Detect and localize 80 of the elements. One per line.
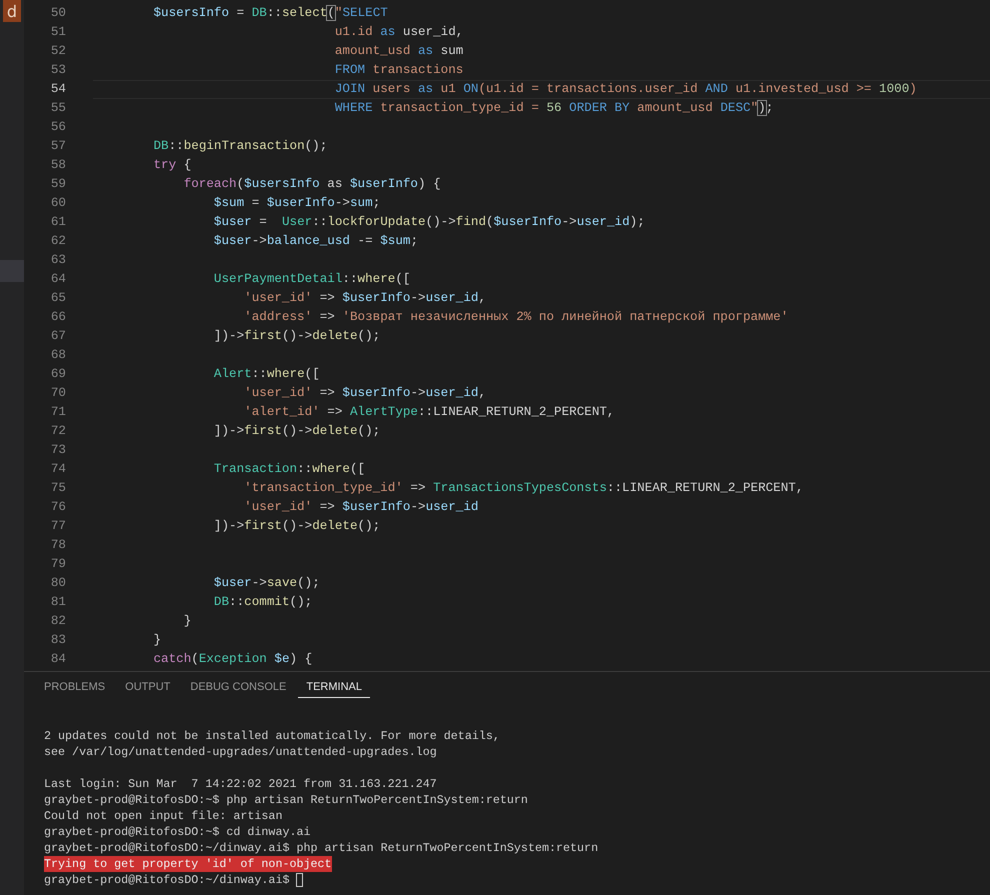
file-badge[interactable]: d — [3, 0, 21, 22]
code-line: 'address' => 'Возврат незачисленных 2% по линейной патнерской программе' — [243, 309, 788, 326]
line-number: 64 — [50, 271, 66, 288]
panel-tab[interactable]: PROBLEMS — [36, 672, 114, 698]
line-number: 81 — [50, 594, 66, 611]
code-line: try { — [152, 157, 192, 174]
line-number: 77 — [50, 518, 66, 535]
terminal-cursor — [296, 873, 304, 887]
line-number: 55 — [50, 100, 66, 117]
code-line: ])->first()->delete(); — [212, 518, 380, 535]
line-number: 67 — [50, 328, 66, 345]
line-number: 66 — [50, 309, 66, 326]
code-line: UserPaymentDetail::where([ — [212, 271, 410, 288]
code-line: $user->save(); — [212, 575, 320, 592]
line-number: 50 — [50, 5, 66, 22]
line-number: 54 — [50, 81, 66, 98]
line-number: 83 — [50, 632, 66, 649]
line-number: 57 — [50, 138, 66, 155]
line-number: 63 — [50, 252, 66, 269]
line-number: 62 — [50, 233, 66, 250]
terminal-line: see /var/log/unattended-upgrades/unattended-upgrades.log — [44, 744, 437, 760]
panel-tab[interactable]: TERMINAL — [298, 672, 370, 698]
line-number: 59 — [50, 176, 66, 193]
code-line: foreach($usersInfo as $userInfo) { — [182, 176, 441, 193]
code-line: $sum = $userInfo->sum; — [212, 195, 380, 212]
code-line: } — [152, 632, 162, 649]
code-line: Alert::where([ — [212, 366, 320, 383]
code-line: ])->first()->delete(); — [212, 423, 380, 440]
line-number: 72 — [50, 423, 66, 440]
line-number: 78 — [50, 537, 66, 554]
code-line: Transaction::where([ — [212, 461, 366, 478]
code-line: DB::commit(); — [212, 594, 312, 611]
line-number: 82 — [50, 613, 66, 630]
line-number: 53 — [50, 62, 66, 79]
terminal-line: Last login: Sun Mar 7 14:22:02 2021 from 31.163.221.247 — [44, 776, 437, 792]
code-line: ])->first()->delete(); — [212, 328, 380, 345]
panel-tab[interactable]: OUTPUT — [117, 672, 178, 698]
code-line: JOIN users as u1 ON(u1.id = transactions.user_id AND u1.invested_usd >= 1000) — [334, 81, 917, 98]
terminal-prompt: graybet-prod@RitofosDO:~/dinway.ai$ — [44, 872, 290, 888]
terminal-line: graybet-prod@RitofosDO:~$ cd dinway.ai — [44, 824, 311, 840]
line-number: 73 — [50, 442, 66, 459]
terminal-line: Could not open input file: artisan — [44, 808, 282, 824]
line-number: 65 — [50, 290, 66, 307]
code-line: amount_usd as sum — [334, 43, 464, 60]
code-line: catch(Exception $e) { — [152, 651, 312, 668]
line-number: 51 — [50, 24, 66, 41]
code-line: WHERE transaction_type_id = 56 ORDER BY amount_usd DESC"); — [334, 100, 774, 117]
code-line: DB::beginTransaction(); — [152, 138, 328, 155]
code-line: u1.id as user_id, — [334, 24, 464, 41]
line-number: 74 — [50, 461, 66, 478]
line-number: 61 — [50, 214, 66, 231]
code-line: FROM transactions — [334, 62, 464, 79]
line-number: 80 — [50, 575, 66, 592]
line-number: 52 — [50, 43, 66, 60]
code-line: $user->balance_usd -= $sum; — [212, 233, 418, 250]
line-number: 84 — [50, 651, 66, 668]
error-message: Trying to get property 'id' of non-object — [44, 856, 332, 872]
line-number: 75 — [50, 480, 66, 497]
line-number: 70 — [50, 385, 66, 402]
code-line: } — [182, 613, 192, 630]
line-number: 58 — [50, 157, 66, 174]
code-line: 'transaction_type_id' => TransactionsTypesConsts::LINEAR_RETURN_2_PERCENT, — [243, 480, 804, 497]
line-number: 76 — [50, 499, 66, 516]
terminal-line: 2 updates could not be installed automatically. For more details, — [44, 728, 500, 744]
line-number: 79 — [50, 556, 66, 573]
code-line: 'alert_id' => AlertType::LINEAR_RETURN_2_PERCENT, — [243, 404, 614, 421]
activity-indicator — [0, 260, 24, 282]
code-line: 'user_id' => $userInfo->user_id — [243, 499, 478, 516]
code-line: $user = User::lockforUpdate()->find($userInfo->user_id); — [212, 214, 645, 231]
terminal-line: graybet-prod@RitofosDO:~/dinway.ai$ php artisan ReturnTwoPercentInSystem:return — [44, 840, 598, 856]
line-number: 69 — [50, 366, 66, 383]
panel-tab[interactable]: DEBUG CONSOLE — [182, 672, 294, 698]
line-number: 68 — [50, 347, 66, 364]
code-line: $usersInfo = DB::select("SELECT — [152, 5, 388, 22]
terminal-line: graybet-prod@RitofosDO:~$ php artisan ReturnTwoPercentInSystem:return — [44, 792, 528, 808]
line-number: 56 — [50, 119, 66, 136]
code-line: 'user_id' => $userInfo->user_id, — [243, 290, 486, 307]
line-number: 71 — [50, 404, 66, 421]
line-number: 60 — [50, 195, 66, 212]
code-line: 'user_id' => $userInfo->user_id, — [243, 385, 486, 402]
